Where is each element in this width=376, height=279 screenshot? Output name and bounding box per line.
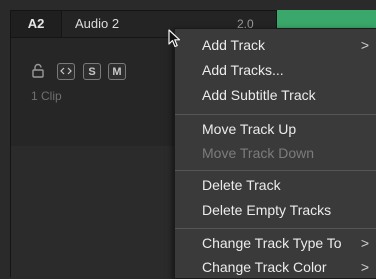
timeline-screen: A2 Audio 2 2.0 S M 1 Clip Add Track > Ad… bbox=[0, 0, 376, 279]
menu-item-label: Add Track bbox=[202, 37, 266, 53]
track-context-menu: Add Track > Add Tracks... Add Subtitle T… bbox=[174, 28, 376, 279]
lock-icon[interactable] bbox=[31, 63, 45, 80]
mouse-pointer-icon bbox=[168, 29, 182, 49]
menu-item-move-track-up[interactable]: Move Track Up bbox=[175, 118, 376, 141]
menu-separator bbox=[175, 114, 376, 115]
menu-item-delete-track[interactable]: Delete Track bbox=[175, 174, 376, 197]
submenu-chevron-icon: > bbox=[360, 259, 369, 275]
mute-button[interactable]: M bbox=[108, 63, 126, 80]
menu-item-label: Move Track Down bbox=[202, 145, 315, 161]
auto-select-icon[interactable] bbox=[57, 63, 75, 80]
submenu-chevron-icon: > bbox=[360, 37, 369, 53]
menu-item-label: Delete Empty Tracks bbox=[202, 202, 332, 218]
menu-item-label: Change Track Color bbox=[202, 259, 327, 275]
menu-item-add-tracks[interactable]: Add Tracks... bbox=[175, 59, 376, 82]
track-name-label[interactable]: Audio 2 bbox=[75, 11, 119, 37]
menu-item-move-track-down: Move Track Down bbox=[175, 142, 376, 165]
solo-button[interactable]: S bbox=[83, 63, 101, 80]
menu-item-change-track-type[interactable]: Change Track Type To > bbox=[175, 232, 376, 255]
menu-item-label: Move Track Up bbox=[202, 121, 297, 137]
menu-item-change-track-color[interactable]: Change Track Color > bbox=[175, 256, 376, 279]
menu-item-add-subtitle-track[interactable]: Add Subtitle Track bbox=[175, 84, 376, 107]
menu-item-delete-empty-tracks[interactable]: Delete Empty Tracks bbox=[175, 199, 376, 222]
menu-item-label: Add Tracks... bbox=[202, 62, 284, 78]
clip-count-label: 1 Clip bbox=[31, 89, 62, 103]
menu-separator bbox=[175, 228, 376, 229]
menu-item-label: Add Subtitle Track bbox=[202, 87, 316, 103]
menu-item-label: Delete Track bbox=[202, 177, 281, 193]
menu-item-add-track[interactable]: Add Track > bbox=[175, 34, 376, 57]
menu-separator bbox=[175, 170, 376, 171]
menu-item-label: Change Track Type To bbox=[202, 235, 342, 251]
submenu-chevron-icon: > bbox=[360, 235, 369, 251]
track-id-label: A2 bbox=[11, 11, 62, 37]
